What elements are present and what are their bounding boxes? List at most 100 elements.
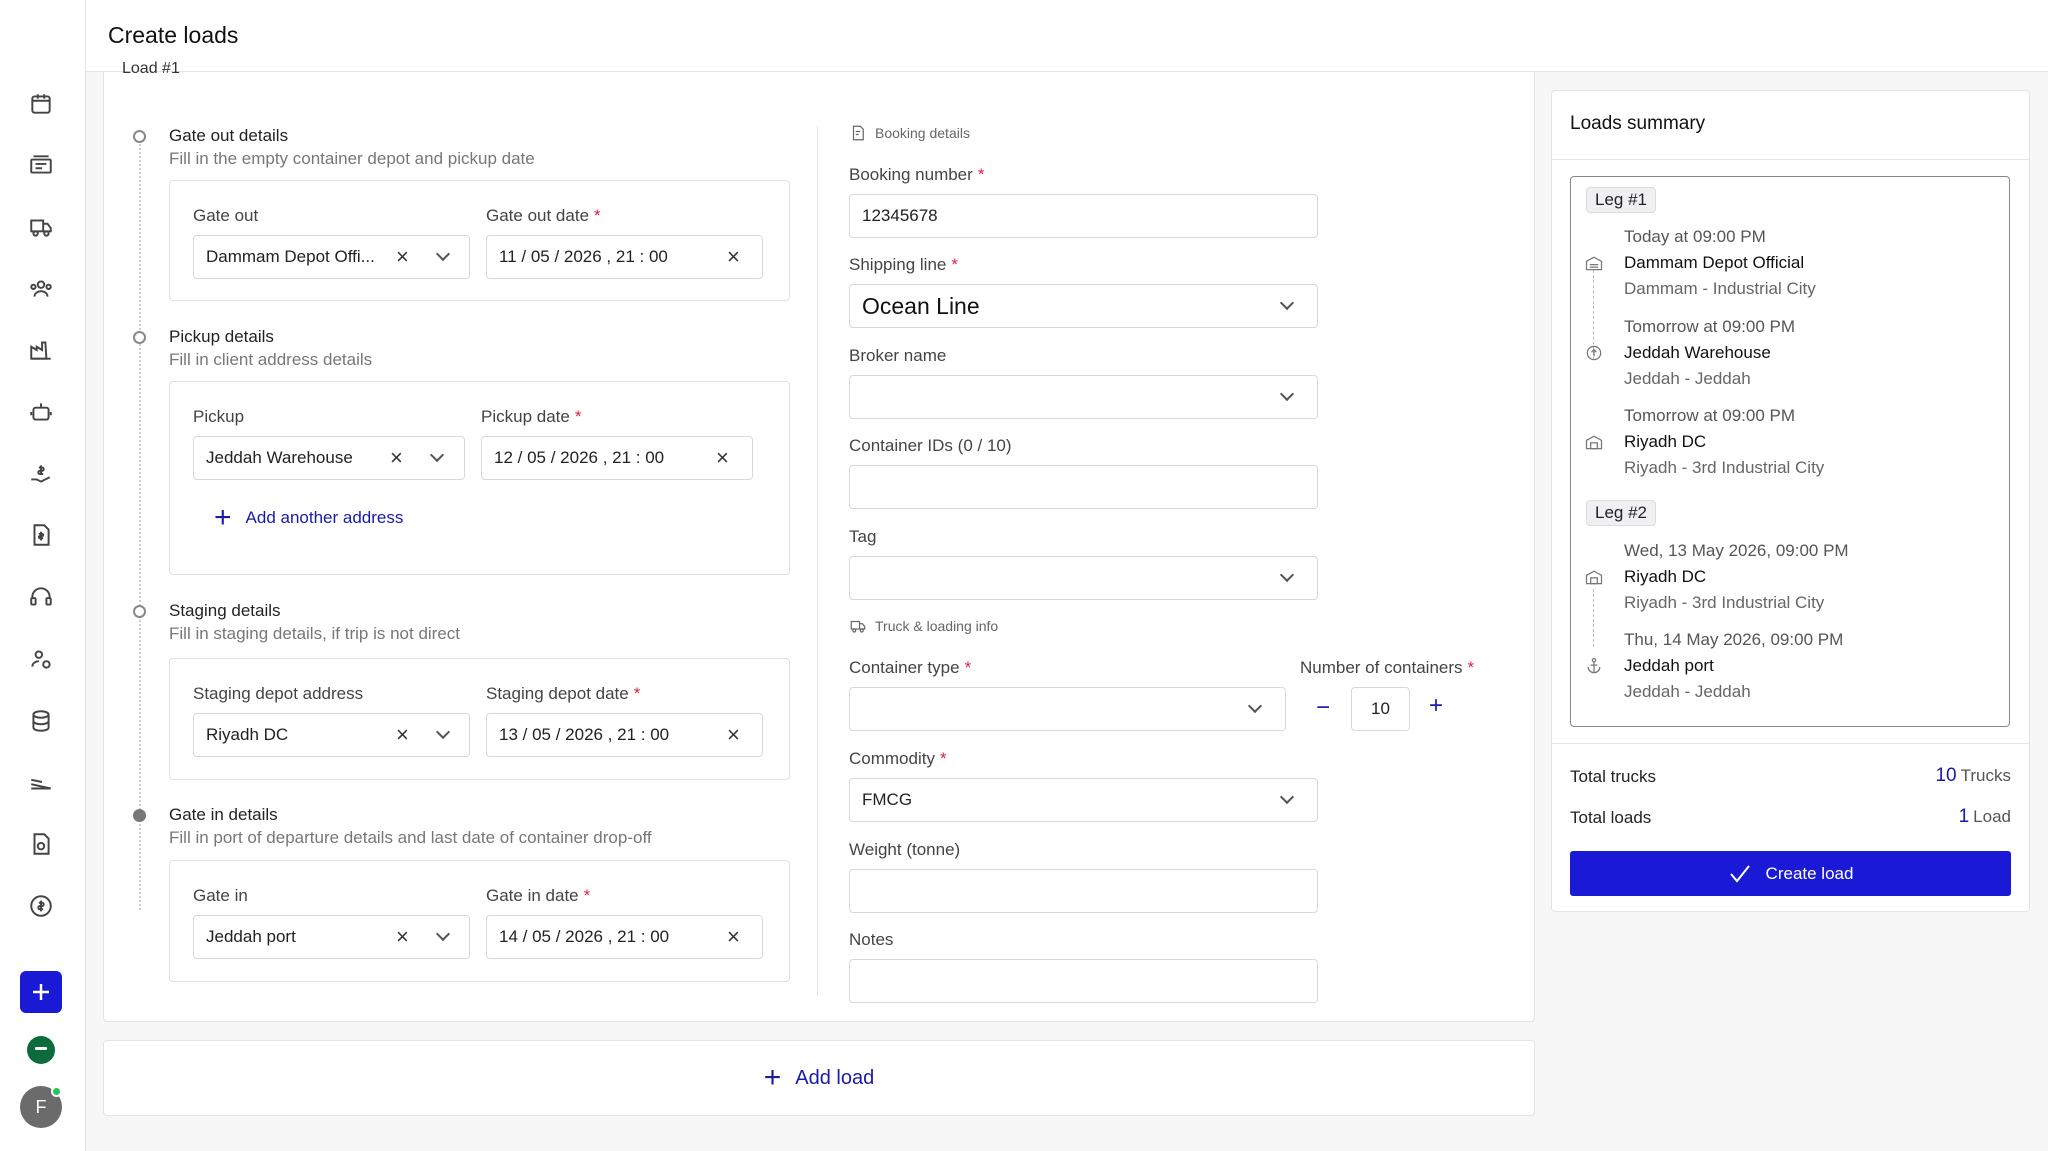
avatar[interactable]: F [20, 1086, 62, 1128]
shipping-line-value: Ocean Line [862, 292, 980, 319]
pickup-subtitle: Fill in client address details [169, 350, 373, 369]
gate-out-subtitle: Fill in the empty container depot and pi… [169, 149, 535, 168]
stop-name: Riyadh DC [1624, 432, 1707, 451]
chevron-down-icon[interactable] [435, 724, 451, 740]
container-ids-input[interactable] [849, 465, 1318, 509]
stop-name: Jeddah Warehouse [1624, 343, 1771, 362]
chevron-down-icon[interactable] [435, 246, 451, 262]
pickup-select[interactable]: Jeddah Warehouse × [193, 436, 465, 480]
hand-dollar-icon[interactable] [25, 458, 57, 490]
total-trucks-label: Total trucks [1570, 767, 1656, 786]
tag-select[interactable] [849, 556, 1318, 600]
user-settings-icon[interactable] [25, 643, 57, 675]
num-containers-label: Number of containers * [1300, 658, 1475, 677]
add-button[interactable] [20, 971, 62, 1013]
legs-panel: Leg #1 Today at 09:00 PM Dammam Depot Of… [1570, 176, 2010, 727]
plus-icon: + [214, 501, 232, 534]
stop-city: Riyadh - 3rd Industrial City [1624, 458, 1825, 477]
chevron-down-icon[interactable] [1279, 386, 1295, 402]
online-status-dot [51, 1086, 62, 1097]
clear-icon[interactable]: × [727, 724, 740, 746]
check-icon [1729, 864, 1750, 883]
chevron-down-icon[interactable] [1279, 567, 1295, 583]
clear-icon[interactable]: × [716, 447, 729, 469]
timeline-line [139, 135, 141, 910]
factory-icon[interactable] [25, 334, 57, 366]
staging-title: Staging details [169, 601, 281, 620]
container-type-label: Container type * [849, 658, 972, 677]
database-icon[interactable] [25, 705, 57, 737]
chevron-down-icon[interactable] [1247, 698, 1263, 714]
gate-in-title: Gate in details [169, 805, 278, 824]
truck-icon [850, 620, 866, 633]
gate-in-box: Gate in Gate in date * Jeddah port × 14 /… [169, 860, 790, 982]
headset-icon[interactable] [25, 581, 57, 613]
calendar-icon[interactable] [25, 88, 57, 120]
create-load-button[interactable]: Create load [1570, 851, 2011, 896]
tickets-icon[interactable] [25, 149, 57, 181]
chevron-down-icon[interactable] [435, 926, 451, 942]
add-address-button[interactable]: + Add another address [214, 503, 403, 533]
staging-date-label: Staging depot date * [486, 684, 641, 703]
truck-heading: Truck & loading info [849, 617, 998, 635]
broker-select[interactable] [849, 375, 1318, 419]
language-flag-icon[interactable] [27, 1036, 55, 1064]
document-dollar-icon[interactable] [25, 828, 57, 860]
chevron-down-icon[interactable] [429, 447, 445, 463]
booking-number-value: 12345678 [862, 206, 938, 225]
clear-icon[interactable]: × [396, 724, 409, 746]
booking-icon [852, 125, 864, 141]
staging-date-input[interactable]: 13 / 05 / 2026 , 21 : 00 × [486, 713, 763, 757]
page-title: Create loads [108, 22, 239, 48]
gate-in-subtitle: Fill in port of departure details and la… [169, 828, 652, 847]
clear-icon[interactable]: × [390, 447, 403, 469]
decrement-button[interactable]: − [1316, 694, 1330, 722]
users-icon[interactable] [25, 273, 57, 305]
num-containers-input[interactable]: 10 [1351, 687, 1410, 731]
dollar-circle-icon[interactable] [25, 890, 57, 922]
container-type-select[interactable] [849, 687, 1286, 731]
load-label: Load #1 [122, 60, 180, 77]
total-trucks-value: 10 Trucks [1935, 765, 2011, 786]
warehouse-icon [1584, 432, 1604, 452]
booking-number-input[interactable]: 12345678 [849, 194, 1318, 238]
ramp-icon[interactable] [25, 766, 57, 798]
notes-input[interactable] [849, 959, 1318, 1003]
invoice-icon[interactable] [25, 519, 57, 551]
pickup-icon [1584, 343, 1604, 363]
num-containers-value: 10 [1371, 699, 1390, 718]
avatar-initial: F [35, 1096, 47, 1117]
gate-out-date-input[interactable]: 11 / 05 / 2026 , 21 : 00 × [486, 235, 763, 279]
broker-label: Broker name [849, 346, 947, 365]
pickup-date-input[interactable]: 12 / 05 / 2026 , 21 : 00 × [481, 436, 753, 480]
top-bar: Create loads [86, 0, 2048, 72]
stop-city: Dammam - Industrial City [1624, 279, 1816, 298]
increment-button[interactable]: + [1429, 692, 1443, 720]
add-load-button[interactable]: + Add load [103, 1040, 1535, 1116]
clear-icon[interactable]: × [396, 926, 409, 948]
chevron-down-icon[interactable] [1279, 295, 1295, 311]
clear-icon[interactable]: × [727, 926, 740, 948]
clear-icon[interactable]: × [727, 246, 740, 268]
gate-in-date-value: 14 / 05 / 2026 , 21 : 00 [499, 927, 670, 946]
port-icon [1584, 656, 1604, 676]
truck-icon[interactable] [25, 211, 57, 243]
pickup-date-value: 12 / 05 / 2026 , 21 : 00 [494, 448, 665, 467]
staging-select[interactable]: Riyadh DC × [193, 713, 470, 757]
gate-in-select[interactable]: Jeddah port × [193, 915, 470, 959]
shipping-line-select[interactable]: Ocean Line [849, 284, 1318, 328]
clear-icon[interactable]: × [396, 246, 409, 268]
shipping-line-label: Shipping line * [849, 255, 958, 274]
gate-in-date-input[interactable]: 14 / 05 / 2026 , 21 : 00 × [486, 915, 763, 959]
commodity-select[interactable]: FMCG [849, 778, 1318, 822]
gate-out-select[interactable]: Dammam Depot Offi... × [193, 235, 470, 279]
commodity-label: Commodity * [849, 749, 947, 768]
chevron-down-icon[interactable] [1279, 789, 1295, 805]
depot-icon [1584, 253, 1604, 273]
stop-time: Wed, 13 May 2026, 09:00 PM [1624, 541, 1849, 560]
stop-name: Riyadh DC [1624, 567, 1707, 586]
staging-value: Riyadh DC [206, 725, 289, 744]
weight-input[interactable] [849, 869, 1318, 913]
weight-label: Weight (tonne) [849, 840, 961, 859]
robot-icon[interactable] [25, 396, 57, 428]
